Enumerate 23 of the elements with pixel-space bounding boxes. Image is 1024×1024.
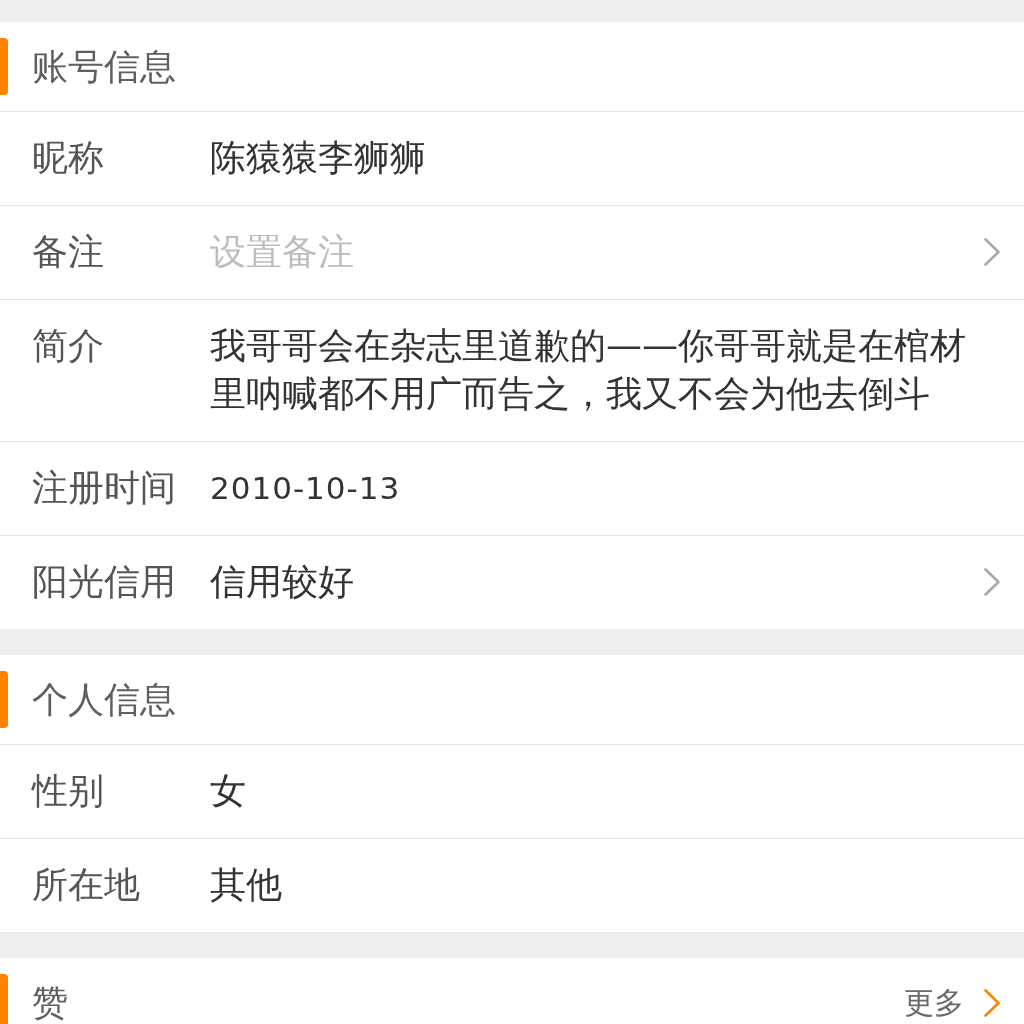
section-title: 赞 <box>32 980 68 1024</box>
row-value: 女 <box>210 769 247 813</box>
row-value: 其他 <box>210 863 283 907</box>
chevron-right-icon[interactable] <box>984 238 1000 266</box>
chevron-right-icon[interactable] <box>984 988 1000 1017</box>
accent-bar-icon <box>0 671 8 728</box>
row-label: 简介 <box>32 324 105 368</box>
row-value: 2010-10-13 <box>210 469 402 508</box>
row-label: 注册时间 <box>32 466 177 510</box>
row-value: 我哥哥会在杂志里道歉的——你哥哥就是在棺材里呐喊都不用广而告之，我又不会为他去倒斗 <box>210 324 967 416</box>
accent-bar-icon <box>0 974 8 1024</box>
more-link[interactable]: 更多 <box>904 978 964 1024</box>
chevron-right-icon[interactable] <box>984 568 1000 596</box>
accent-bar-icon <box>0 38 8 95</box>
row-label: 备注 <box>32 230 105 274</box>
row-label: 阳光信用 <box>32 560 177 604</box>
row-value: 信用较好 <box>210 560 355 604</box>
row-label: 所在地 <box>32 863 141 907</box>
row-label: 昵称 <box>32 136 105 180</box>
row-label: 性别 <box>32 769 105 813</box>
section-title: 个人信息 <box>32 677 176 722</box>
section-title: 账号信息 <box>32 44 176 89</box>
row-value: 陈猿猿李狮狮 <box>210 136 427 180</box>
